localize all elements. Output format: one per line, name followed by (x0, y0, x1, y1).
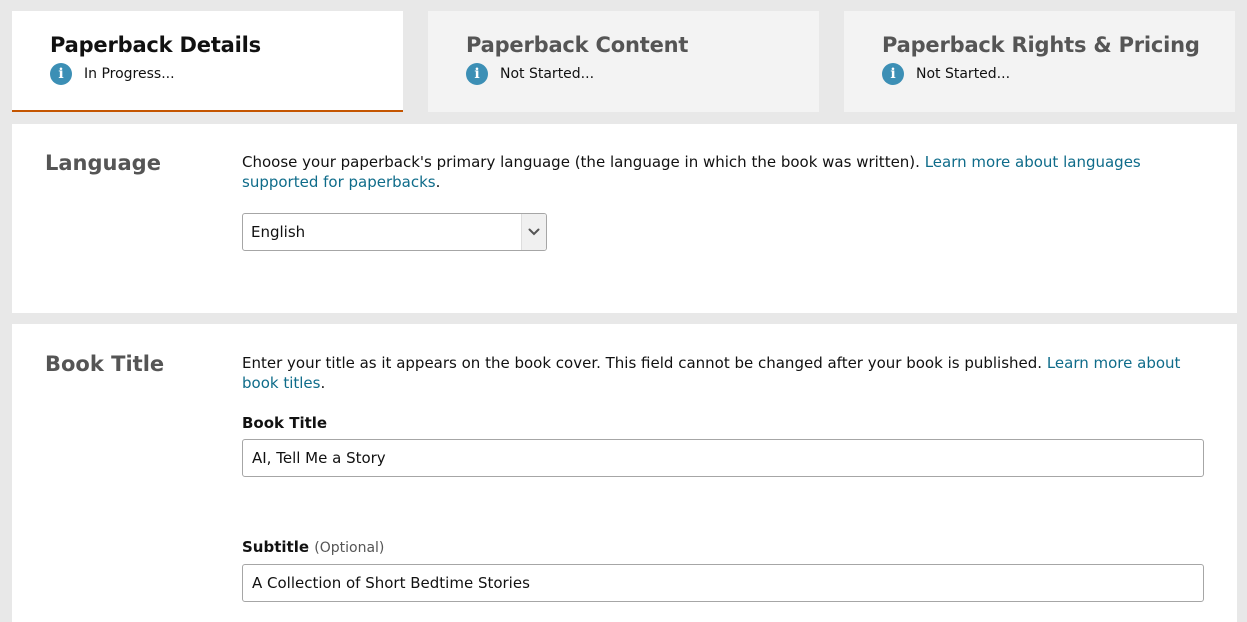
book-title-field-label: Book Title (242, 414, 328, 432)
tab-status-text: Not Started... (916, 66, 1011, 82)
subtitle-optional-text: (Optional) (314, 540, 385, 556)
tab-status: i In Progress... (50, 63, 403, 85)
subtitle-input[interactable] (242, 564, 1204, 602)
tab-title: Paperback Details (50, 33, 261, 57)
language-description-text: Choose your paperback's primary language… (242, 153, 920, 171)
tab-status: i Not Started... (882, 63, 1235, 85)
tab-status-text: In Progress... (84, 66, 175, 82)
language-select-value: English (251, 223, 306, 241)
chevron-down-icon[interactable] (521, 214, 546, 250)
tab-paperback-content[interactable]: Paperback Content i Not Started... (428, 11, 819, 112)
language-select[interactable]: English (242, 213, 547, 251)
tab-status: i Not Started... (466, 63, 819, 85)
book-title-input[interactable] (242, 439, 1204, 477)
language-description: Choose your paperback's primary language… (242, 152, 1204, 192)
tab-status-text: Not Started... (500, 66, 595, 82)
tab-paperback-rights-pricing[interactable]: Paperback Rights & Pricing i Not Started… (844, 11, 1235, 112)
info-icon: i (50, 63, 72, 85)
language-section: Language Choose your paperback's primary… (12, 124, 1237, 313)
subtitle-field-label: Subtitle (Optional) (242, 538, 384, 556)
book-title-description-text: Enter your title as it appears on the bo… (242, 354, 1043, 372)
book-title-link-suffix: . (320, 374, 326, 392)
tab-title: Paperback Content (466, 33, 689, 57)
info-icon: i (882, 63, 904, 85)
tab-paperback-details[interactable]: Paperback Details i In Progress... (12, 11, 403, 112)
language-heading: Language (45, 151, 161, 175)
book-title-section: Book Title Enter your title as it appear… (12, 324, 1237, 622)
book-title-heading: Book Title (45, 352, 165, 376)
info-icon: i (466, 63, 488, 85)
book-title-description: Enter your title as it appears on the bo… (242, 353, 1204, 393)
tab-title: Paperback Rights & Pricing (882, 33, 1200, 57)
subtitle-label-text: Subtitle (242, 538, 310, 556)
language-link-suffix: . (435, 173, 441, 191)
